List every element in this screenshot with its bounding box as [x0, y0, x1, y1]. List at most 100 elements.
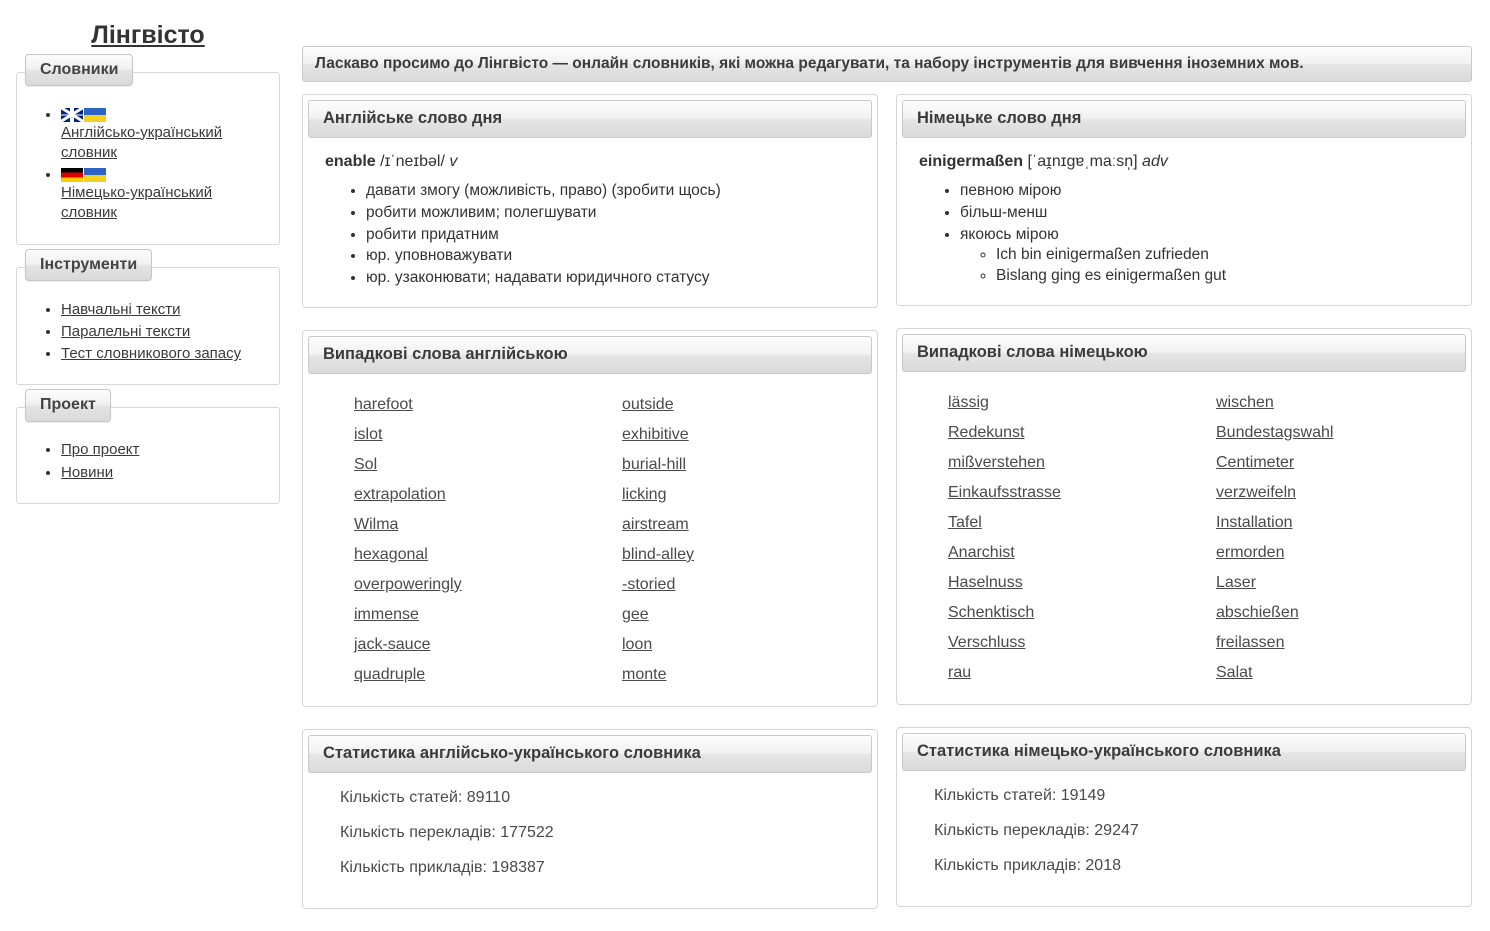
list-item: Англійсько-український словник: [61, 105, 269, 164]
word-column-left: lässig Redekunst mißverstehen Einkaufsst…: [916, 388, 1184, 688]
sense-text: більш-менш: [960, 203, 1048, 221]
list-item: певною мірою: [960, 181, 1452, 202]
panel-body: einigermaßen [ˈaɪ̯nɪgɐˌmaːsn̩] adv певно…: [902, 138, 1466, 295]
panel-title: Німецьке слово дня: [902, 100, 1466, 139]
word-link[interactable]: immense: [354, 600, 419, 630]
panel-stats-german-ukrainian: Статистика німецько-українського словник…: [896, 726, 1472, 908]
word-link[interactable]: exhibitive: [622, 420, 689, 450]
panel-body: enable /ɪˈneɪbəl/ v давати змогу (можлив…: [308, 138, 872, 297]
word-link[interactable]: ermorden: [1216, 538, 1284, 568]
list-item: Bislang ging es einigermaßen gut: [996, 266, 1452, 287]
word-lemma: einigermaßen: [919, 153, 1024, 171]
sense-list: давати змогу (можливість, право) (зробит…: [322, 181, 858, 289]
word-link[interactable]: burial-hill: [622, 450, 686, 480]
ua-flag-icon: [84, 107, 106, 122]
panel-stats-english-ukrainian: Статистика англійсько-українського словн…: [302, 728, 878, 910]
word-columns: lässig Redekunst mißverstehen Einkaufsst…: [916, 382, 1452, 690]
word-link[interactable]: airstream: [622, 510, 689, 540]
word-link[interactable]: Redekunst: [948, 418, 1025, 448]
word-link[interactable]: quadruple: [354, 660, 425, 690]
stat-examples-count: Кількість прикладів: 198387: [340, 859, 545, 877]
word-link[interactable]: outside: [622, 390, 674, 420]
word-link[interactable]: lässig: [948, 388, 989, 418]
ua-flag-icon: [84, 168, 106, 183]
uk-flag-icon: [61, 107, 83, 122]
sidebar-item-news[interactable]: Новини: [61, 464, 113, 481]
word-column-right: wischen Bundestagswahl Centimeter verzwe…: [1184, 388, 1452, 688]
sidebar-item-learning-texts[interactable]: Навчальні тексти: [61, 301, 181, 318]
word-link[interactable]: islot: [354, 420, 382, 450]
word-link[interactable]: Einkaufsstrasse: [948, 478, 1061, 508]
main-content: Ласкаво просимо до Лінгвісто — онлайн сл…: [296, 0, 1490, 910]
list-item: юр. узаконювати; надавати юридичного ста…: [366, 268, 858, 289]
panel-grid: Англійське слово дня enable /ɪˈneɪbəl/ v…: [302, 94, 1472, 931]
flag-pair-en-ua: [61, 107, 269, 122]
word-link[interactable]: Schenktisch: [948, 598, 1034, 628]
stat-translations-count: Кількість перекладів: 177522: [340, 824, 554, 842]
tools-list: Навчальні тексти Паралельні тексти Тест …: [27, 300, 269, 365]
word-link[interactable]: Installation: [1216, 508, 1293, 538]
word-link[interactable]: loon: [622, 630, 652, 660]
word-link[interactable]: mißverstehen: [948, 448, 1045, 478]
sense-text: певною мірою: [960, 182, 1062, 200]
sidebar-item-english-ukrainian-dictionary[interactable]: Англійсько-український словник: [61, 124, 222, 161]
word-link[interactable]: hexagonal: [354, 540, 428, 570]
word-link[interactable]: jack-sauce: [354, 630, 430, 660]
sidebar-legend-tools: Інструменти: [25, 248, 153, 282]
word-link[interactable]: abschießen: [1216, 598, 1299, 628]
word-link[interactable]: freilassen: [1216, 628, 1284, 658]
page-title: Лінгвісто: [0, 21, 296, 50]
sidebar-item-about-project[interactable]: Про проект: [61, 441, 139, 458]
word-link[interactable]: overpoweringly: [354, 570, 462, 600]
list-item: робити можливим; полегшувати: [366, 203, 858, 224]
word-link[interactable]: verzweifeln: [1216, 478, 1296, 508]
word-link[interactable]: Centimeter: [1216, 448, 1294, 478]
panel-body: Кількість статей: 19149 Кількість перекл…: [902, 771, 1466, 897]
word-link[interactable]: Sol: [354, 450, 377, 480]
project-list: Про проект Новини: [27, 440, 269, 483]
list-item: давати змогу (можливість, право) (зробит…: [366, 181, 858, 202]
left-column: Англійське слово дня enable /ɪˈneɪbəl/ v…: [302, 94, 878, 931]
word-link[interactable]: rau: [948, 658, 971, 688]
sidebar: Лінгвісто Словники Англійсько-українськи…: [0, 0, 296, 865]
sidebar-item-vocabulary-test[interactable]: Тест словникового запасу: [61, 345, 241, 362]
word-link[interactable]: Salat: [1216, 658, 1252, 688]
word-link[interactable]: Verschluss: [948, 628, 1025, 658]
word-link[interactable]: Bundestagswahl: [1216, 418, 1333, 448]
word-link[interactable]: gee: [622, 600, 649, 630]
sidebar-section-project: Проект Про проект Новини: [16, 389, 280, 504]
word-link[interactable]: Anarchist: [948, 538, 1015, 568]
word-link[interactable]: licking: [622, 480, 666, 510]
sense-list: певною мірою більш-менш якоюсь мірою Ich…: [916, 181, 1452, 287]
word-link[interactable]: -storied: [622, 570, 675, 600]
word-link[interactable]: Tafel: [948, 508, 982, 538]
word-entry-header: einigermaßen [ˈaɪ̯nɪgɐˌmaːsn̩] adv: [919, 152, 1452, 173]
word-link[interactable]: Laser: [1216, 568, 1256, 598]
panel-title: Статистика німецько-українського словник…: [902, 732, 1466, 771]
sidebar-legend-dictionaries: Словники: [25, 53, 134, 87]
sidebar-section-tools: Інструменти Навчальні тексти Паралельні …: [16, 248, 280, 386]
word-part-of-speech: adv: [1142, 153, 1168, 171]
word-link[interactable]: monte: [622, 660, 666, 690]
word-link[interactable]: Wilma: [354, 510, 398, 540]
stat-entries-count: Кількість статей: 89110: [340, 788, 511, 806]
panel-title: Англійське слово дня: [308, 100, 872, 139]
list-item: якоюсь мірою Ich bin einigermaßen zufrie…: [960, 225, 1452, 287]
list-item: Про проект: [61, 440, 269, 460]
word-link[interactable]: wischen: [1216, 388, 1274, 418]
panel-title: Статистика англійсько-українського словн…: [308, 734, 872, 773]
word-link[interactable]: blind-alley: [622, 540, 694, 570]
word-ipa: /ɪˈneɪbəl/: [380, 153, 445, 171]
panel-random-german-words: Випадкові слова німецькою lässig Redekun…: [896, 327, 1472, 705]
list-item: Паралельні тексти: [61, 322, 269, 342]
welcome-banner: Ласкаво просимо до Лінгвісто — онлайн сл…: [302, 46, 1472, 83]
right-column: Німецьке слово дня einigermaßen [ˈaɪ̯nɪg…: [896, 94, 1472, 931]
word-link[interactable]: extrapolation: [354, 480, 446, 510]
word-link[interactable]: harefoot: [354, 390, 413, 420]
sidebar-item-parallel-texts[interactable]: Паралельні тексти: [61, 323, 190, 340]
sense-text: якоюсь мірою: [960, 225, 1059, 243]
panel-body: lässig Redekunst mißverstehen Einkaufsst…: [902, 372, 1466, 694]
sidebar-item-german-ukrainian-dictionary[interactable]: Німецько-український словник: [61, 184, 212, 221]
word-link[interactable]: Haselnuss: [948, 568, 1023, 598]
site-title-link[interactable]: Лінгвісто: [91, 21, 204, 49]
